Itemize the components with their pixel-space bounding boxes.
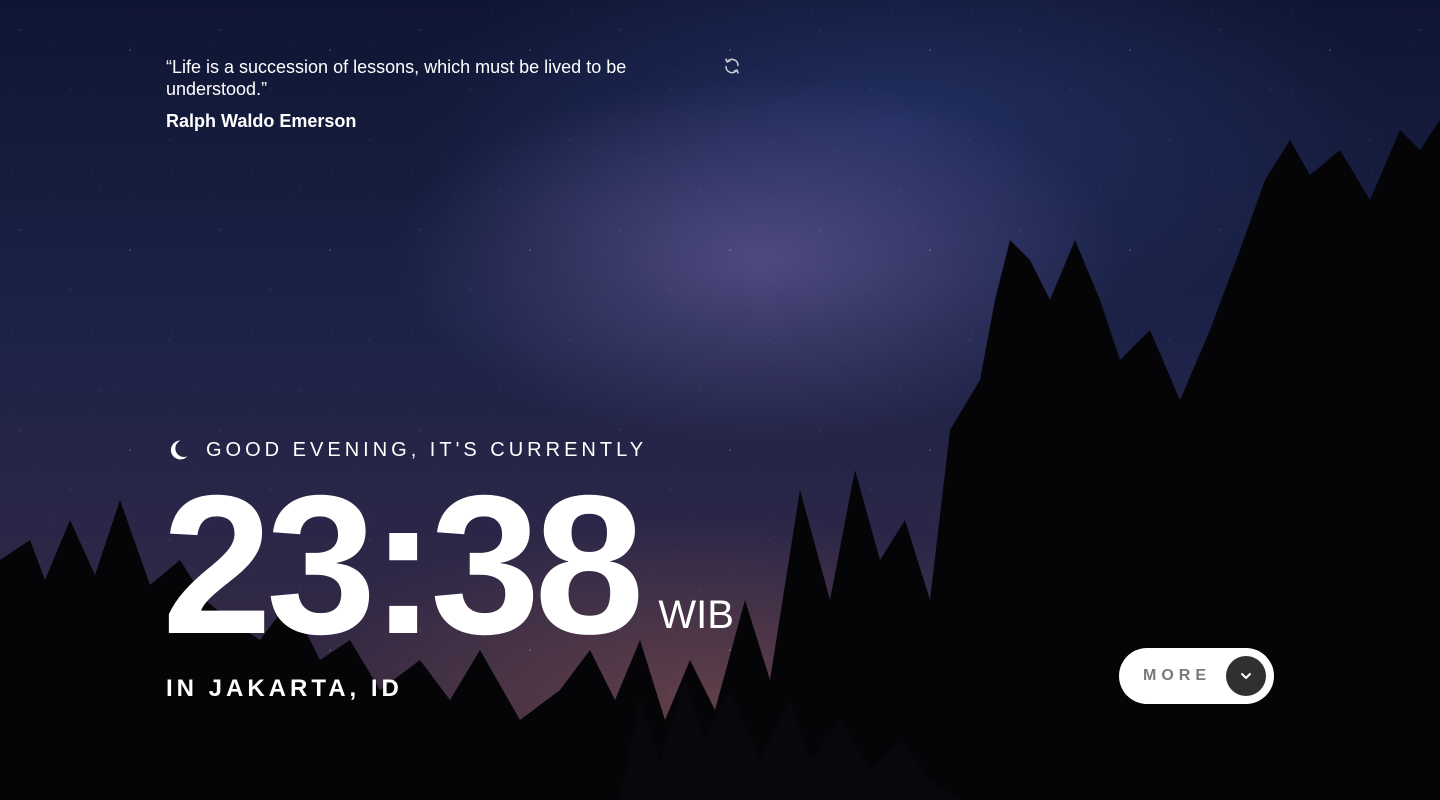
quote-block: “Life is a succession of lessons, which …: [166, 56, 766, 132]
background-stage: “Life is a succession of lessons, which …: [0, 0, 1440, 800]
clock: 23:38 WIB: [162, 454, 734, 675]
clock-timezone: WIB: [658, 593, 734, 637]
quote-author: Ralph Waldo Emerson: [166, 111, 357, 131]
quote-text: “Life is a succession of lessons, which …: [166, 57, 627, 99]
clock-time: 23:38: [162, 454, 644, 675]
chevron-down-icon: [1226, 656, 1266, 696]
refresh-icon: [725, 58, 739, 74]
more-button[interactable]: MORE: [1119, 648, 1274, 704]
more-button-label: MORE: [1143, 667, 1211, 684]
location-text: IN JAKARTA, ID: [166, 675, 403, 702]
refresh-quote-button[interactable]: [722, 56, 742, 76]
